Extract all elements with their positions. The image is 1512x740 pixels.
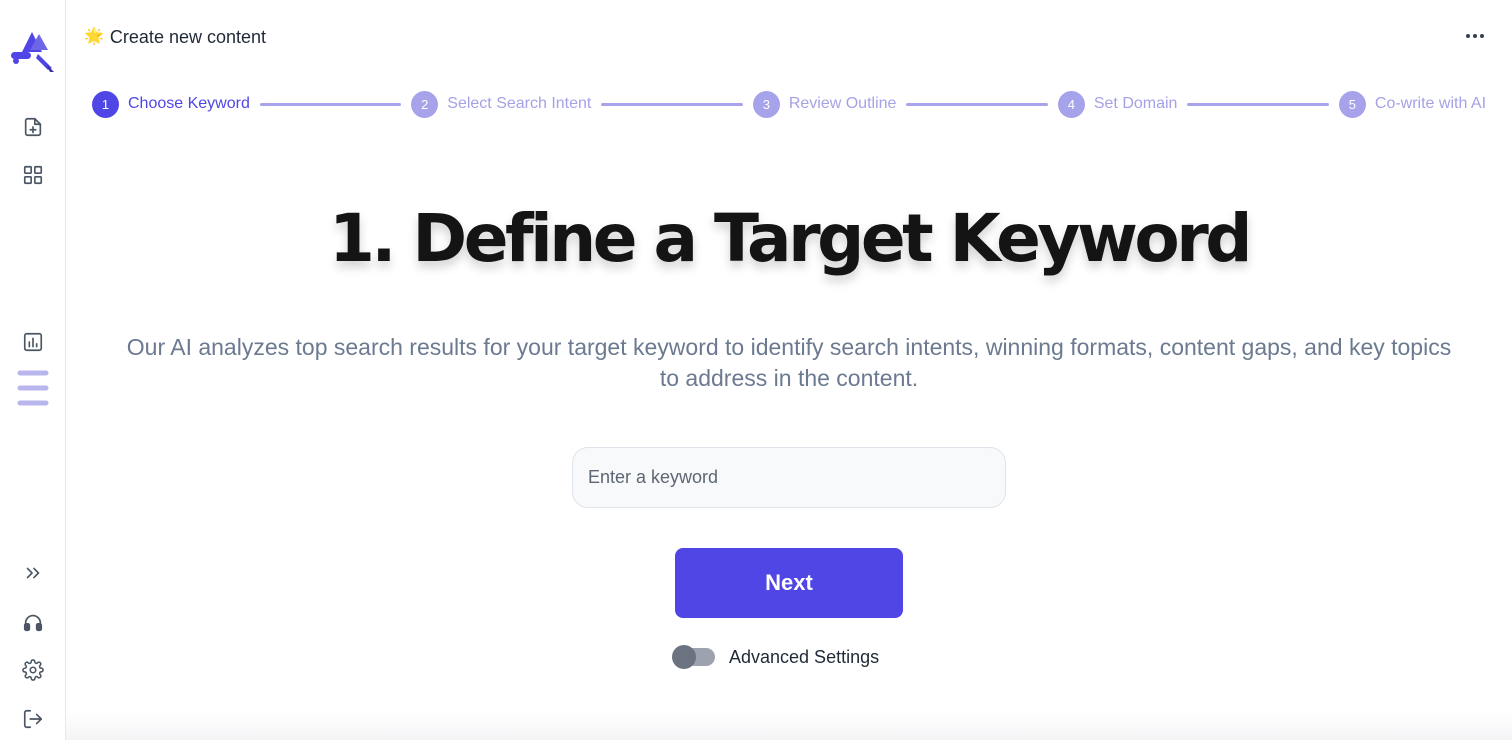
- sidebar: [0, 0, 66, 740]
- advanced-settings-label[interactable]: Advanced Settings: [729, 647, 879, 668]
- chevrons-right-icon[interactable]: [16, 556, 50, 590]
- hamburger-menu-icon[interactable]: [16, 366, 50, 410]
- step-connector: [1187, 102, 1329, 106]
- step-number: 1: [92, 90, 119, 118]
- step-label: Choose Keyword: [128, 95, 250, 112]
- app-logo[interactable]: [8, 24, 58, 74]
- step-co-write-with-ai[interactable]: 5 Co-write with AI: [1338, 90, 1487, 118]
- progress-stepper: 1 Choose Keyword 2 Select Search Intent …: [92, 90, 1486, 118]
- main-heading: 1. Define a Target Keyword: [328, 200, 1253, 277]
- advanced-settings: Advanced Settings: [672, 645, 879, 669]
- logout-icon[interactable]: [16, 702, 50, 736]
- step-label: Review Outline: [788, 95, 897, 112]
- step-set-domain[interactable]: 4 Set Domain: [1057, 90, 1178, 118]
- description-text: Our AI analyzes top search results for y…: [126, 334, 1452, 391]
- gear-icon[interactable]: [16, 653, 50, 687]
- step-review-outline[interactable]: 3 Review Outline: [752, 90, 897, 118]
- step-label: Set Domain: [1093, 95, 1178, 112]
- next-button[interactable]: Next: [675, 548, 903, 618]
- bar-chart-icon[interactable]: [16, 325, 50, 359]
- page-header: 🌟 Create new content: [84, 24, 266, 50]
- step-number: 4: [1057, 90, 1085, 118]
- page-title: Create new content: [109, 26, 267, 47]
- bottom-fade: [66, 712, 1512, 740]
- keyword-input[interactable]: [572, 447, 1006, 508]
- step-number: 3: [752, 90, 780, 118]
- step-connector: [906, 102, 1048, 106]
- step-choose-keyword[interactable]: 1 Choose Keyword: [92, 90, 250, 118]
- sparkle-icon: 🌟: [84, 28, 104, 45]
- step-connector: [601, 102, 743, 106]
- headphones-icon[interactable]: [16, 605, 50, 639]
- step-connector: [259, 102, 402, 106]
- advanced-settings-toggle[interactable]: [672, 645, 715, 669]
- grid-icon[interactable]: [16, 158, 50, 192]
- more-horizontal-icon[interactable]: [1462, 26, 1488, 46]
- step-number: 2: [411, 90, 439, 118]
- step-number: 5: [1338, 90, 1366, 118]
- step-label: Co-write with AI: [1374, 95, 1487, 112]
- new-document-icon[interactable]: [16, 110, 50, 144]
- step-label: Select Search Intent: [447, 95, 592, 112]
- toggle-knob: [672, 645, 696, 669]
- step-select-search-intent[interactable]: 2 Select Search Intent: [411, 90, 592, 118]
